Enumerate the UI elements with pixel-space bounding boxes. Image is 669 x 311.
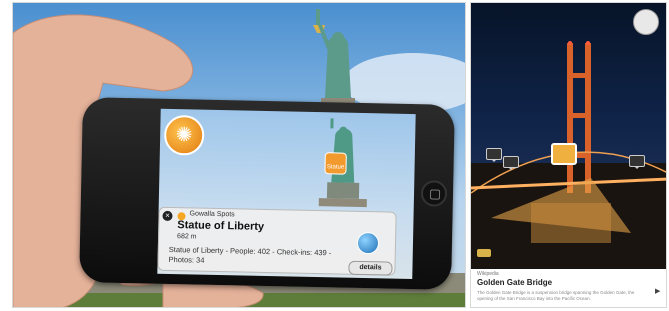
- poi-bubble-icon[interactable]: [629, 155, 645, 169]
- distance-label: 682 m: [177, 233, 197, 241]
- statue-of-liberty: [313, 9, 355, 108]
- poi-bubble-icon[interactable]: [486, 148, 502, 162]
- globe-icon[interactable]: [356, 231, 380, 255]
- poi-info-card[interactable]: Wikipedia Golden Gate Bridge The Golden …: [471, 269, 666, 307]
- ar-photo-panel: ✺ Statue × Gowalla Spots Statue of Liber…: [12, 2, 466, 308]
- details-button[interactable]: details: [348, 260, 393, 276]
- source-label: Gowalla Spots: [189, 210, 235, 219]
- place-description: The Golden Gate Bridge is a suspension b…: [477, 290, 635, 301]
- source-label: Wikipedia: [477, 271, 499, 277]
- place-title: Golden Gate Bridge: [477, 278, 553, 287]
- marker-label: Statue: [326, 164, 345, 171]
- chevron-right-icon[interactable]: ▶: [655, 287, 660, 295]
- poi-marker-icon[interactable]: Statue: [324, 152, 347, 175]
- phone-device: ✺ Statue × Gowalla Spots Statue of Liber…: [79, 97, 455, 290]
- golden-gate-panel: Wikipedia Golden Gate Bridge The Golden …: [470, 2, 667, 308]
- wikipedia-tag-icon: [477, 249, 491, 257]
- photos-text: Photos: 34: [168, 254, 205, 265]
- poi-marker-icon[interactable]: [551, 143, 577, 165]
- phone-screen: ✺ Statue × Gowalla Spots Statue of Liber…: [157, 108, 416, 280]
- close-icon[interactable]: ×: [162, 210, 173, 222]
- menu-bubbles-icon[interactable]: [633, 9, 659, 35]
- poi-bubble-icon[interactable]: [503, 156, 519, 170]
- poi-info-card[interactable]: × Gowalla Spots Statue of Liberty 682 m …: [157, 206, 397, 276]
- place-title: Statue of Liberty: [177, 219, 265, 233]
- home-button[interactable]: [420, 180, 448, 207]
